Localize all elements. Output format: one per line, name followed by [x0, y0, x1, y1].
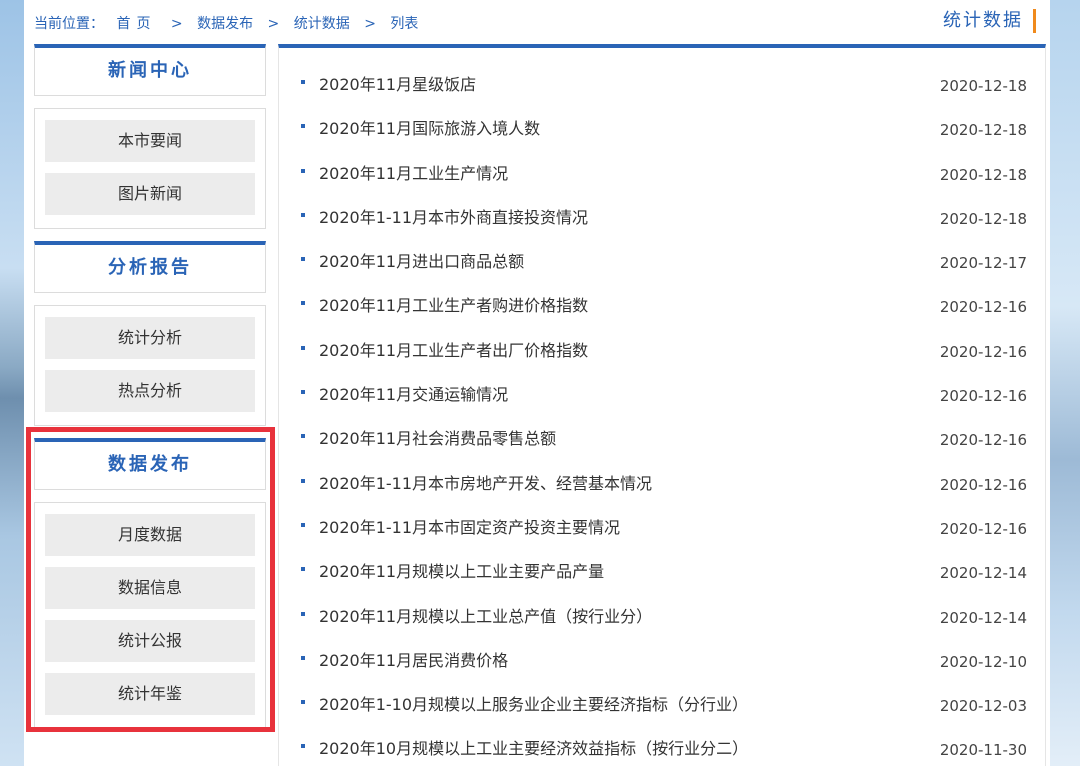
list-item[interactable]: 2020年11月星级饭店 2020-12-18 [299, 66, 1027, 110]
list-item[interactable]: 2020年11月交通运输情况 2020-12-16 [299, 376, 1027, 420]
top-bar: 当前位置： 首页 > 数据发布 > 统计数据 > 列表 统计数据 [24, 0, 1050, 44]
bullet-icon [301, 655, 305, 660]
list-item[interactable]: 2020年1-11月本市房地产开发、经营基本情况 2020-12-16 [299, 465, 1027, 509]
sidebar-group-data-release: 数据发布 月度数据 数据信息 统计公报 统计年鉴 [34, 438, 266, 729]
bullet-icon [301, 700, 305, 705]
sidebar-item-statistical-bulletin[interactable]: 统计公报 [45, 620, 255, 662]
breadcrumb-separator: > [267, 16, 280, 32]
breadcrumb-separator: > [170, 16, 183, 32]
article-date: 2020-12-18 [939, 209, 1027, 228]
article-title-link[interactable]: 2020年11月规模以上工业主要产品产量 [319, 553, 604, 591]
bullet-icon [301, 168, 305, 173]
article-title-link[interactable]: 2020年1-10月规模以上服务业企业主要经济指标（分行业） [319, 686, 748, 724]
article-title-link[interactable]: 2020年1-11月本市外商直接投资情况 [319, 199, 588, 237]
article-title-link[interactable]: 2020年11月星级饭店 [319, 66, 476, 104]
breadcrumb-item-data-release[interactable]: 数据发布 [197, 13, 253, 33]
sidebar-menu: 月度数据 数据信息 统计公报 统计年鉴 [34, 502, 266, 729]
list-item[interactable]: 2020年11月国际旅游入境人数 2020-12-18 [299, 110, 1027, 154]
breadcrumb-item-home[interactable]: 首页 [116, 13, 156, 33]
article-date: 2020-11-30 [939, 741, 1027, 760]
article-list: 2020年11月星级饭店 2020-12-18 2020年11月国际旅游入境人数 20… [299, 66, 1027, 766]
article-date: 2020-12-16 [939, 519, 1027, 538]
article-title-link[interactable]: 2020年11月居民消费价格 [319, 642, 508, 680]
article-date: 2020-12-18 [939, 121, 1027, 140]
bullet-icon [301, 478, 305, 483]
article-title-link[interactable]: 2020年11月工业生产情况 [319, 155, 508, 193]
bullet-icon [301, 345, 305, 350]
bullet-icon [301, 212, 305, 217]
sidebar-item-local-news[interactable]: 本市要闻 [45, 120, 255, 162]
background-left [0, 0, 24, 766]
list-item[interactable]: 2020年11月进出口商品总额 2020-12-17 [299, 243, 1027, 287]
article-title-link[interactable]: 2020年11月规模以上工业总产值（按行业分） [319, 598, 652, 636]
bullet-icon [301, 567, 305, 572]
article-date: 2020-12-16 [939, 298, 1027, 317]
article-date: 2020-12-03 [939, 697, 1027, 716]
article-date: 2020-12-17 [939, 254, 1027, 273]
article-title-link[interactable]: 2020年11月工业生产者购进价格指数 [319, 287, 588, 325]
bullet-icon [301, 124, 305, 129]
page-container: 当前位置： 首页 > 数据发布 > 统计数据 > 列表 统计数据 新闻中心 本市… [24, 0, 1050, 766]
article-date: 2020-12-18 [939, 77, 1027, 95]
sidebar-group-title[interactable]: 分析报告 [34, 241, 266, 293]
list-item[interactable]: 2020年1-10月规模以上服务业企业主要经济指标（分行业） 2020-12-03 [299, 686, 1027, 730]
article-title-link[interactable]: 2020年11月交通运输情况 [319, 376, 508, 414]
bullet-icon [301, 390, 305, 395]
bullet-icon [301, 257, 305, 262]
list-item[interactable]: 2020年11月居民消费价格 2020-12-10 [299, 642, 1027, 686]
breadcrumb: 当前位置： 首页 > 数据发布 > 统计数据 > 列表 [34, 13, 418, 33]
article-title-link[interactable]: 2020年11月社会消费品零售总额 [319, 420, 556, 458]
list-item[interactable]: 2020年11月规模以上工业总产值（按行业分） 2020-12-14 [299, 598, 1027, 642]
article-date: 2020-12-16 [939, 342, 1027, 361]
article-date: 2020-12-16 [939, 387, 1027, 406]
section-title: 统计数据 [943, 9, 1036, 33]
sidebar-group-title[interactable]: 数据发布 [34, 438, 266, 490]
article-date: 2020-12-14 [939, 564, 1027, 583]
sidebar-menu: 统计分析 热点分析 [34, 305, 266, 426]
sidebar-item-monthly-data[interactable]: 月度数据 [45, 514, 255, 556]
sidebar-item-photo-news[interactable]: 图片新闻 [45, 173, 255, 215]
article-date: 2020-12-10 [939, 652, 1027, 671]
sidebar-group-reports: 分析报告 统计分析 热点分析 [34, 241, 266, 426]
breadcrumb-item-list[interactable]: 列表 [390, 13, 418, 33]
breadcrumb-separator: > [364, 16, 376, 32]
sidebar-item-hotspot-analysis[interactable]: 热点分析 [45, 370, 255, 412]
bullet-icon [301, 301, 305, 306]
list-item[interactable]: 2020年10月规模以上工业主要经济效益指标（按行业分二） 2020-11-30 [299, 730, 1027, 766]
breadcrumb-item-statistics[interactable]: 统计数据 [294, 13, 350, 33]
article-title-link[interactable]: 2020年10月规模以上工业主要经济效益指标（按行业分二） [319, 730, 748, 766]
article-list-panel: 2020年11月星级饭店 2020-12-18 2020年11月国际旅游入境人数 20… [278, 44, 1046, 766]
bullet-icon [301, 611, 305, 616]
article-date: 2020-12-16 [939, 431, 1027, 450]
sidebar: 新闻中心 本市要闻 图片新闻 分析报告 统计分析 热点分析 数据发布 月度数据 … [34, 44, 266, 741]
background-right [1050, 0, 1080, 766]
article-date: 2020-12-16 [939, 475, 1027, 494]
sidebar-menu: 本市要闻 图片新闻 [34, 108, 266, 229]
bullet-icon [301, 744, 305, 749]
list-item[interactable]: 2020年1-11月本市固定资产投资主要情况 2020-12-16 [299, 509, 1027, 553]
article-title-link[interactable]: 2020年11月进出口商品总额 [319, 243, 524, 281]
article-title-link[interactable]: 2020年1-11月本市房地产开发、经营基本情况 [319, 465, 652, 503]
sidebar-item-statistical-analysis[interactable]: 统计分析 [45, 317, 255, 359]
article-date: 2020-12-14 [939, 608, 1027, 627]
article-title-link[interactable]: 2020年11月工业生产者出厂价格指数 [319, 332, 588, 370]
sidebar-group-news: 新闻中心 本市要闻 图片新闻 [34, 44, 266, 229]
sidebar-group-title[interactable]: 新闻中心 [34, 44, 266, 96]
bullet-icon [301, 522, 305, 527]
bullet-icon [301, 80, 305, 84]
article-title-link[interactable]: 2020年11月国际旅游入境人数 [319, 110, 540, 148]
list-item[interactable]: 2020年11月工业生产者出厂价格指数 2020-12-16 [299, 332, 1027, 376]
sidebar-item-statistical-yearbook[interactable]: 统计年鉴 [45, 673, 255, 715]
list-item[interactable]: 2020年11月规模以上工业主要产品产量 2020-12-14 [299, 553, 1027, 597]
list-item[interactable]: 2020年1-11月本市外商直接投资情况 2020-12-18 [299, 199, 1027, 243]
breadcrumb-label: 当前位置： [34, 16, 104, 32]
article-date: 2020-12-18 [939, 165, 1027, 184]
list-item[interactable]: 2020年11月社会消费品零售总额 2020-12-16 [299, 420, 1027, 464]
list-item[interactable]: 2020年11月工业生产情况 2020-12-18 [299, 155, 1027, 199]
list-item[interactable]: 2020年11月工业生产者购进价格指数 2020-12-16 [299, 287, 1027, 331]
article-title-link[interactable]: 2020年1-11月本市固定资产投资主要情况 [319, 509, 620, 547]
bullet-icon [301, 434, 305, 439]
sidebar-item-data-info[interactable]: 数据信息 [45, 567, 255, 609]
